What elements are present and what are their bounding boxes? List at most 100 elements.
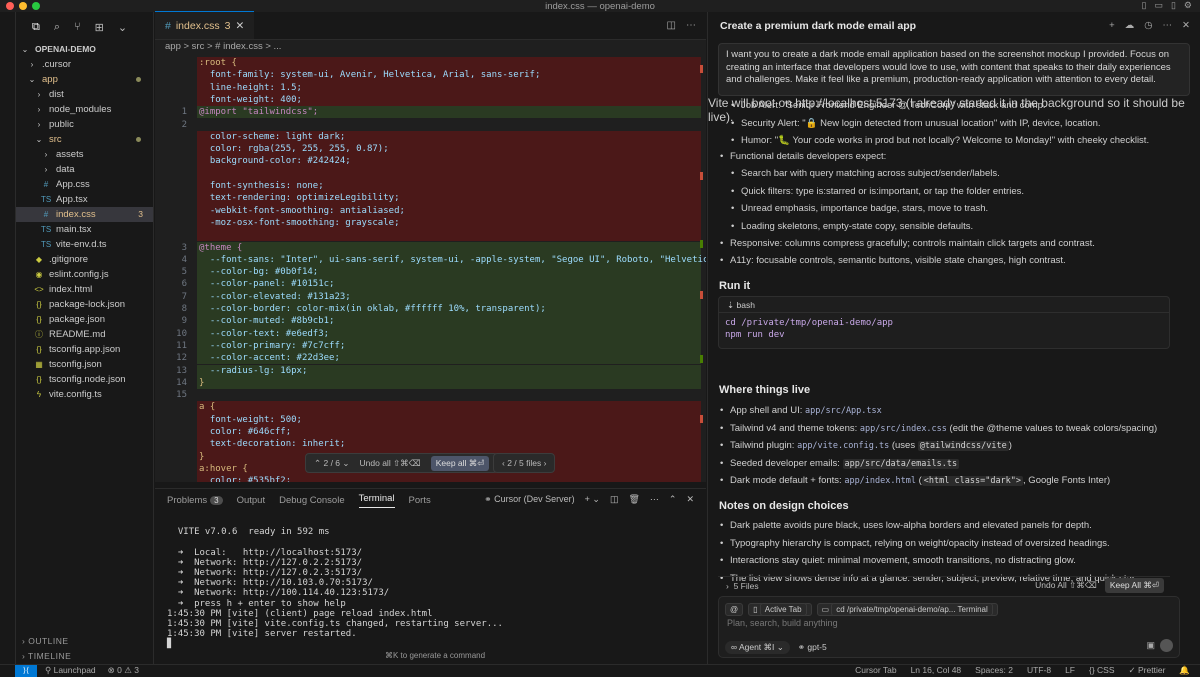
toggle-aux-icon[interactable]: ▯ bbox=[1171, 0, 1176, 11]
deleted-line[interactable]: color: #646cff; bbox=[197, 426, 701, 439]
agent-mode-selector[interactable]: ∞ Agent ⌘I ⌄ bbox=[725, 641, 790, 654]
trash-icon[interactable]: 🗑 bbox=[628, 494, 639, 505]
deleted-line[interactable]: text-decoration: inherit; bbox=[197, 438, 701, 451]
image-attach-icon[interactable]: ▣ bbox=[1146, 640, 1155, 651]
added-line[interactable]: --color-text: #e6edf3; bbox=[197, 327, 701, 340]
terminal-selector[interactable]: ⚭ Cursor (Dev Server) bbox=[484, 494, 575, 505]
tree-item[interactable]: {} tsconfig.node.json bbox=[16, 372, 153, 387]
maximize-panel-icon[interactable]: ⌃ bbox=[669, 494, 677, 505]
chevron-down-icon[interactable]: ⌄ bbox=[118, 21, 127, 34]
tree-item[interactable]: {} tsconfig.app.json bbox=[16, 342, 153, 357]
status-item[interactable]: 🔔 bbox=[1179, 665, 1190, 676]
minimize-window-button[interactable] bbox=[19, 2, 27, 10]
diff-nav-counter[interactable]: ⌃ 2 / 6 ⌄ bbox=[314, 458, 350, 469]
deleted-line[interactable]: line-height: 1.5; bbox=[197, 81, 701, 94]
settings-gear-icon[interactable]: ⚙ bbox=[1184, 0, 1192, 11]
code-line[interactable] bbox=[197, 119, 701, 131]
deleted-line[interactable]: color: rgba(255, 255, 255, 0.87); bbox=[197, 143, 701, 156]
code-view[interactable]: :root { font-family: system-ui, Avenir, … bbox=[155, 55, 706, 482]
inline-code[interactable]: app/vite.config.ts bbox=[797, 441, 889, 451]
more-actions-icon[interactable]: ⋯ bbox=[650, 494, 659, 505]
added-line[interactable]: --color-elevated: #131a23; bbox=[197, 290, 701, 303]
deleted-line[interactable]: font-weight: 400; bbox=[197, 93, 701, 107]
launchpad-item[interactable]: ⚲ Launchpad bbox=[45, 665, 96, 676]
toggle-sidebar-icon[interactable]: ▯ bbox=[1142, 0, 1147, 11]
undo-all-button[interactable]: Undo all ⇧⌘⌫ bbox=[360, 458, 421, 469]
deleted-line[interactable]: -moz-osx-font-smoothing: grayscale; bbox=[197, 216, 701, 230]
status-item[interactable]: ✓ Prettier bbox=[1129, 665, 1166, 676]
status-item[interactable]: Spaces: 2 bbox=[975, 665, 1013, 676]
deleted-line[interactable]: text-rendering: optimizeLegibility; bbox=[197, 192, 701, 205]
deleted-line[interactable]: font-synthesis: none; bbox=[197, 180, 701, 193]
undo-all-button[interactable]: Undo All ⇧⌘⌫ bbox=[1035, 580, 1097, 591]
status-item[interactable]: Cursor Tab bbox=[855, 665, 896, 676]
more-actions-icon[interactable]: ⋯ bbox=[1163, 20, 1173, 31]
deleted-line[interactable]: font-weight: 500; bbox=[197, 413, 701, 426]
deleted-line[interactable]: color: #535bf2; bbox=[197, 475, 701, 482]
tree-item[interactable]: TS vite-env.d.ts bbox=[16, 237, 153, 252]
breadcrumb[interactable]: app > src > # index.css > ... bbox=[155, 40, 706, 54]
deleted-line[interactable]: color-scheme: light dark; bbox=[197, 130, 701, 144]
deleted-line[interactable] bbox=[197, 167, 701, 180]
added-line[interactable]: --color-border: color-mix(in oklab, #fff… bbox=[197, 303, 701, 316]
split-editor-icon[interactable]: ◫ bbox=[667, 20, 676, 31]
tree-item[interactable]: › public bbox=[16, 117, 153, 132]
tree-item[interactable]: › .cursor bbox=[16, 57, 153, 72]
inline-code[interactable]: @tailwindcss/vite bbox=[917, 441, 1009, 451]
more-actions-icon[interactable]: ⋯ bbox=[686, 20, 696, 31]
deleted-line[interactable] bbox=[197, 229, 701, 242]
toggle-panel-icon[interactable]: ▭ bbox=[1154, 0, 1163, 11]
close-icon[interactable]: ✕ bbox=[1182, 20, 1190, 31]
added-line[interactable]: --color-panel: #10151c; bbox=[197, 278, 701, 291]
new-terminal-icon[interactable]: + ⌄ bbox=[585, 494, 600, 505]
tree-item[interactable]: ⌄ app bbox=[16, 72, 153, 87]
keep-all-button[interactable]: Keep All ⌘⏎ bbox=[1104, 578, 1164, 593]
tree-item[interactable]: ⌄ src bbox=[16, 132, 153, 147]
inline-code[interactable]: app/src/data/emails.ts bbox=[842, 458, 960, 469]
status-item[interactable]: {} CSS bbox=[1089, 665, 1115, 676]
new-chat-icon[interactable]: + bbox=[1109, 20, 1115, 31]
added-line[interactable]: --color-primary: #7c7cff; bbox=[197, 339, 701, 353]
status-item[interactable]: LF bbox=[1065, 665, 1075, 676]
tree-item[interactable]: ◉ eslint.config.js bbox=[16, 267, 153, 282]
tree-item[interactable]: › assets bbox=[16, 147, 153, 162]
diff-files-counter[interactable]: ‹ 2 / 5 files › bbox=[502, 458, 546, 468]
tree-item[interactable]: # App.css bbox=[16, 177, 153, 192]
keep-all-button[interactable]: Keep all ⌘⏎ bbox=[430, 455, 490, 471]
inline-code[interactable]: app/index.html bbox=[844, 476, 916, 486]
tree-item[interactable]: ◆ .gitignore bbox=[16, 252, 153, 267]
terminal-output[interactable]: VITE v7.0.6 ready in 592 ms ➜ Local: htt… bbox=[155, 517, 706, 649]
history-icon[interactable]: ◷ bbox=[1144, 20, 1152, 31]
tree-item[interactable]: › data bbox=[16, 162, 153, 177]
deleted-line[interactable]: a { bbox=[197, 401, 701, 414]
tree-item[interactable]: › node_modules bbox=[16, 102, 153, 117]
tab-ports[interactable]: Ports bbox=[409, 495, 431, 506]
tree-item[interactable]: {} package-lock.json bbox=[16, 297, 153, 312]
tree-item[interactable]: ⓘ README.md bbox=[16, 327, 153, 342]
close-icon[interactable]: ✕ bbox=[235, 20, 244, 32]
context-chip-active-tab[interactable]: ▯ Active Tab bbox=[748, 603, 812, 616]
problems-indicator[interactable]: ⊗ 0 ⚠ 3 bbox=[108, 665, 139, 676]
split-terminal-icon[interactable]: ◫ bbox=[610, 494, 619, 505]
extensions-icon[interactable]: ⊞ bbox=[95, 21, 104, 34]
close-panel-icon[interactable]: ✕ bbox=[686, 494, 694, 505]
changed-files-toggle[interactable]: › 5 Files bbox=[726, 581, 759, 591]
send-button[interactable] bbox=[1160, 639, 1173, 652]
added-line[interactable]: } bbox=[197, 376, 701, 390]
maximize-window-button[interactable] bbox=[32, 2, 40, 10]
timeline-section[interactable]: › TIMELINE bbox=[16, 651, 154, 661]
chat-input[interactable]: Plan, search, build anything bbox=[727, 618, 838, 628]
code-line[interactable] bbox=[197, 389, 701, 401]
tab-index-css[interactable]: # index.css 3 ✕ bbox=[155, 11, 255, 39]
deleted-line[interactable]: -webkit-font-smoothing: antialiased; bbox=[197, 204, 701, 217]
tab-output[interactable]: Output bbox=[237, 495, 266, 506]
inline-code[interactable]: app/src/App.tsx bbox=[805, 406, 882, 416]
tree-item[interactable]: <> index.html bbox=[16, 282, 153, 297]
model-selector[interactable]: ⚭ gpt-5 bbox=[798, 642, 827, 653]
close-window-button[interactable] bbox=[6, 2, 14, 10]
code-block-body[interactable]: cd /private/tmp/openai-demo/app npm run … bbox=[719, 313, 1169, 345]
added-line[interactable]: @theme { bbox=[197, 241, 701, 254]
status-item[interactable]: UTF-8 bbox=[1027, 665, 1051, 676]
tree-item[interactable]: # index.css 3 bbox=[16, 207, 153, 222]
added-line[interactable]: --color-accent: #22d3ee; bbox=[197, 352, 701, 365]
